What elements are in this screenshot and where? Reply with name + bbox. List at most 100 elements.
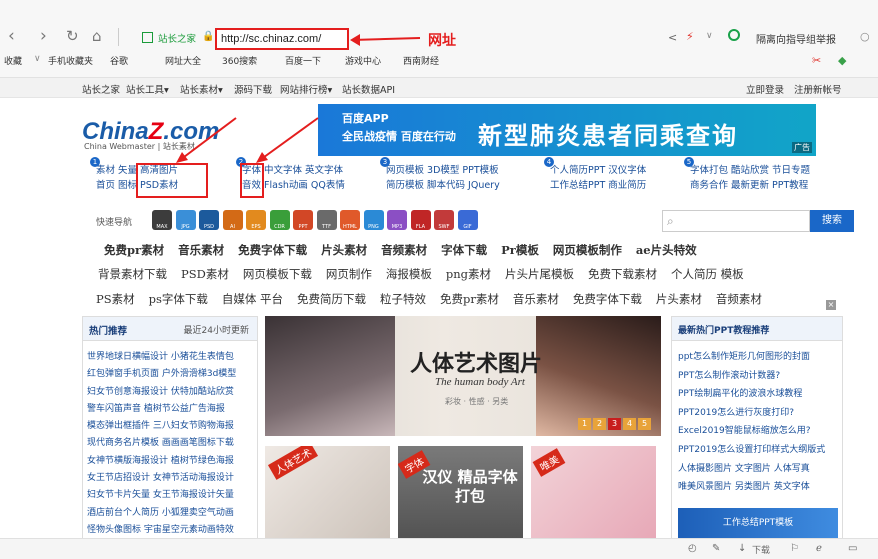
chevron-down-icon[interactable]: ∨ xyxy=(34,54,41,64)
ie-icon[interactable]: ℯ xyxy=(816,543,822,554)
list-item[interactable]: 女神节横版海报设计 植树节绿色海报 xyxy=(87,453,253,470)
chevron-down-icon[interactable]: ∨ xyxy=(706,31,713,41)
tag-link[interactable]: 免费字体下载 xyxy=(573,291,642,307)
bookmark-favorites[interactable]: 收藏 xyxy=(4,54,22,67)
tag-link[interactable]: 免费pr素材 xyxy=(104,242,164,258)
format-mp3-icon[interactable]: MP3 xyxy=(387,210,407,230)
ppt-promo-banner[interactable]: 工作总结PPT模板 xyxy=(678,508,838,538)
topbar-source[interactable]: 源码下载 xyxy=(234,82,272,96)
list-item[interactable]: Excel2019智能鼠标缩放怎么用? xyxy=(678,422,838,441)
tag-link[interactable]: ps字体下载 xyxy=(149,291,208,307)
address-bar[interactable]: http://sc.chinaz.com/ xyxy=(215,28,349,50)
news-headline[interactable]: 隔离向指导组举报 xyxy=(756,31,836,46)
register-link[interactable]: 注册新帐号 xyxy=(794,82,842,96)
carousel-page-1[interactable]: 1 xyxy=(578,418,591,430)
window-icon[interactable]: ▭ xyxy=(848,543,857,554)
gauge-icon[interactable]: ◴ xyxy=(688,543,697,554)
material-search-input[interactable]: ⌕ xyxy=(662,210,810,232)
topbar-chinaz[interactable]: 站长之家 xyxy=(82,82,120,96)
list-item[interactable]: 女王节店招设计 女神节活动海报设计 xyxy=(87,470,253,487)
format-cdr-icon[interactable]: CDR xyxy=(269,210,290,230)
bookmark-directory[interactable]: 网址大全 xyxy=(165,54,201,67)
list-item[interactable]: PPT2019怎么进行灰度打印? xyxy=(678,404,838,423)
refresh-icon[interactable]: ↻ xyxy=(66,28,79,45)
list-item[interactable]: 现代商务名片模板 画画画笔图标下载 xyxy=(87,435,253,452)
forward-icon[interactable]: › xyxy=(40,28,47,45)
search-engine-icon[interactable] xyxy=(728,29,740,41)
tag-link[interactable]: 免费pr素材 xyxy=(440,291,499,307)
tag-link[interactable]: 片头素材 xyxy=(321,242,367,258)
tag-link[interactable]: 粒子特效 xyxy=(380,291,426,307)
share-icon[interactable]: < xyxy=(668,31,677,44)
tag-link[interactable]: 字体下载 xyxy=(441,242,487,258)
tag-link[interactable]: 片头片尾模板 xyxy=(505,266,574,282)
list-item[interactable]: 酒店前台个人简历 小狐狸卖空气动画 xyxy=(87,505,253,522)
list-item[interactable]: 唯美风景图片 另类图片 英文字体 xyxy=(678,478,838,497)
format-gif-icon[interactable]: GIF xyxy=(457,210,478,230)
search-icon[interactable]: ○ xyxy=(860,30,870,43)
tag-link[interactable]: png素材 xyxy=(446,266,491,282)
search-button[interactable]: 搜索 xyxy=(810,210,854,232)
carousel-page-2[interactable]: 2 xyxy=(593,418,606,430)
flag-icon[interactable]: ⚐ xyxy=(790,543,799,554)
tag-link[interactable]: 免费字体下载 xyxy=(238,242,307,258)
extension-icon[interactable]: ◆ xyxy=(838,54,846,67)
tag-link[interactable]: 自媒体 平台 xyxy=(222,291,283,307)
format-psd-icon[interactable]: PSD xyxy=(199,210,219,230)
list-item[interactable]: 模态弹出框插件 三八妇女节购物海报 xyxy=(87,418,253,435)
tag-link[interactable]: 片头素材 xyxy=(656,291,702,307)
list-item[interactable]: PPT怎么制作滚动计数器? xyxy=(678,367,838,386)
tag-link[interactable]: 海报模板 xyxy=(386,266,432,282)
list-item[interactable]: 怪物头像图标 宇宙星空元素动画特效 xyxy=(87,522,253,539)
tag-link[interactable]: 免费简历下载 xyxy=(297,291,366,307)
bookmark-games[interactable]: 游戏中心 xyxy=(345,54,381,67)
tag-link[interactable]: Pr模板 xyxy=(501,242,539,258)
format-swf-icon[interactable]: SWF xyxy=(434,210,454,230)
category-line[interactable]: 字体打包 酷站欣赏 节日专题 xyxy=(690,163,810,178)
carousel-page-4[interactable]: 4 xyxy=(623,418,636,430)
site-tab[interactable]: 站长之家 xyxy=(158,31,196,45)
category-line[interactable]: 网页模板 3D模型 PPT模板 xyxy=(386,163,500,178)
format-png-icon[interactable]: PNG xyxy=(363,210,384,230)
tag-link[interactable]: 免费下载素材 xyxy=(588,266,657,282)
tag-link[interactable]: ae片头特效 xyxy=(636,242,697,258)
category-line[interactable]: 简历模板 脚本代码 JQuery xyxy=(386,178,500,193)
format-fla-icon[interactable]: FLA xyxy=(410,210,431,230)
format-html-icon[interactable]: HTML xyxy=(340,210,360,230)
lightning-icon[interactable]: ⚡ xyxy=(686,30,694,43)
home-icon[interactable]: ⌂ xyxy=(92,28,102,45)
tag-link[interactable]: 网页制作 xyxy=(326,266,372,282)
tag-link[interactable]: 音频素材 xyxy=(716,291,762,307)
tag-link[interactable]: 个人简历 模板 xyxy=(671,266,744,282)
list-item[interactable]: 警车闪笛声音 植树节公益广告海报 xyxy=(87,401,253,418)
category-line[interactable]: 商务合作 最新更新 PPT教程 xyxy=(690,178,810,193)
format-eps-icon[interactable]: EPS xyxy=(246,210,266,230)
pin-icon[interactable]: ✎ xyxy=(712,543,720,554)
ad-banner[interactable]: 百度APP 全民战疫情 百度在行动 新型肺炎患者同乘查询 广告 xyxy=(318,104,816,156)
scissors-icon[interactable]: ✂ xyxy=(812,54,821,67)
tag-link[interactable]: 音频素材 xyxy=(381,242,427,258)
category-line[interactable]: 个人简历PPT 汉仪字体 xyxy=(550,163,646,178)
list-item[interactable]: PPT绘制扁平化的波浪水球教程 xyxy=(678,385,838,404)
list-item[interactable]: 红包弹窗手机页面 户外滑滑梯3d模型 xyxy=(87,366,253,383)
login-link[interactable]: 立即登录 xyxy=(746,82,784,96)
format-ppt-icon[interactable]: PPT xyxy=(293,210,313,230)
list-item[interactable]: 世界地球日横幅设计 小猪花生表情包 xyxy=(87,349,253,366)
bookmark-mobile[interactable]: 手机收藏夹 xyxy=(48,54,93,67)
bookmark-baidu[interactable]: 百度一下 xyxy=(285,54,321,67)
carousel-page-5[interactable]: 5 xyxy=(638,418,651,430)
tag-link[interactable]: 音乐素材 xyxy=(178,242,224,258)
tag-link[interactable]: 网页模板制作 xyxy=(553,242,622,258)
bookmark-swufe[interactable]: 西南财经 xyxy=(403,54,439,67)
close-icon[interactable]: × xyxy=(826,300,836,310)
list-item[interactable]: 人体摄影图片 文字图片 人体写真 xyxy=(678,460,838,479)
carousel-page-3[interactable]: 3 xyxy=(608,418,621,430)
topbar-tools[interactable]: 站长工具▾ xyxy=(126,82,169,96)
format-max-icon[interactable]: MAX xyxy=(152,210,172,230)
download-label[interactable]: 下载 xyxy=(752,543,770,556)
format-ttf-icon[interactable]: TTF xyxy=(316,210,337,230)
tag-link[interactable]: 音乐素材 xyxy=(513,291,559,307)
tag-link[interactable]: PSD素材 xyxy=(181,266,229,282)
list-item[interactable]: PPT2019怎么设置打印样式大纲版式 xyxy=(678,441,838,460)
list-item[interactable]: 妇女节创意海报设计 伏特加酷站欣赏 xyxy=(87,384,253,401)
